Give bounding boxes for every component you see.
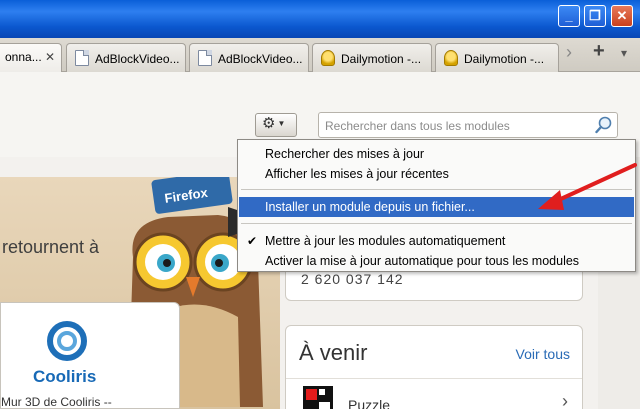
search-icon[interactable] [594, 115, 614, 135]
checkmark-icon: ✔ [247, 234, 258, 248]
featured-text: retournent à [2, 237, 100, 257]
gear-icon: ⚙ [262, 115, 276, 132]
addon-card-cooliris[interactable]: Cooliris Mur 3D de Cooliris -- [0, 302, 180, 409]
menu-separator [241, 223, 632, 224]
close-tab-icon[interactable]: ✕ [45, 50, 55, 64]
list-all-tabs-button[interactable]: ▾ [621, 46, 627, 60]
window-titlebar: _ ❐ ✕ [0, 0, 640, 38]
tab-label: AdBlockVideo... [218, 52, 303, 66]
download-count: 2 620 037 142 [301, 271, 404, 287]
menu-item-label: Installer un module depuis un fichier... [265, 200, 475, 214]
dailymotion-icon [321, 50, 335, 66]
addon-name: Cooliris [33, 367, 97, 386]
menu-item-label: Activer la mise à jour automatique pour … [265, 254, 580, 268]
red-arrow-annotation [538, 163, 637, 210]
tab-adblockvideo-1[interactable]: AdBlockVideo... [66, 43, 186, 72]
close-window-button[interactable]: ✕ [611, 5, 633, 27]
document-icon [198, 50, 212, 66]
document-icon [75, 50, 89, 66]
tab-label: Dailymotion -... [341, 52, 422, 66]
tab-adblockvideo-2[interactable]: AdBlockVideo... [189, 43, 309, 72]
cooliris-logo-icon [47, 321, 87, 361]
menu-item-label: Rechercher des mises à jour [265, 147, 425, 161]
see-all-link[interactable]: Voir tous [516, 346, 570, 362]
upcoming-title: À venir [299, 340, 368, 365]
new-tab-button[interactable]: + [593, 40, 605, 63]
search-placeholder: Rechercher dans tous les modules [325, 119, 510, 133]
tab-dailymotion-2[interactable]: Dailymotion -... [435, 43, 559, 72]
search-input[interactable]: Rechercher dans tous les modules [318, 112, 618, 138]
list-item[interactable]: Puzzle › [286, 378, 582, 409]
menu-item-auto-update[interactable]: ✔ Mettre à jour les modules automatiquem… [239, 231, 634, 251]
tools-menu-button[interactable]: ⚙ ▼ [255, 113, 297, 137]
tab-strip: onna... ✕ AdBlockVideo... AdBlockVideo..… [0, 38, 640, 73]
dropdown-caret-icon: ▼ [277, 119, 286, 128]
upcoming-item-label: Puzzle [348, 397, 391, 409]
tab-label: onna... [5, 50, 42, 64]
tab-label: Dailymotion -... [464, 52, 545, 66]
dailymotion-icon [444, 50, 458, 66]
menu-item-enable-auto-update-all[interactable]: Activer la mise à jour automatique pour … [239, 251, 634, 271]
menu-item-label: Mettre à jour les modules automatiquemen… [265, 234, 506, 248]
addon-description: Mur 3D de Cooliris -- [1, 395, 112, 409]
minimize-button[interactable]: _ [558, 5, 580, 27]
chevron-right-icon: › [562, 391, 568, 409]
tab-dailymotion-1[interactable]: Dailymotion -... [312, 43, 432, 72]
tab-addons[interactable]: onna... ✕ [0, 43, 62, 73]
scroll-tabs-right-button[interactable]: › [566, 42, 572, 63]
menu-item-label: Afficher les mises à jour récentes [265, 167, 449, 181]
puzzle-icon [303, 386, 333, 409]
restore-button[interactable]: ❐ [584, 5, 606, 27]
tab-label: AdBlockVideo... [95, 52, 180, 66]
upcoming-panel: À venir Voir tous Puzzle › [285, 325, 583, 409]
